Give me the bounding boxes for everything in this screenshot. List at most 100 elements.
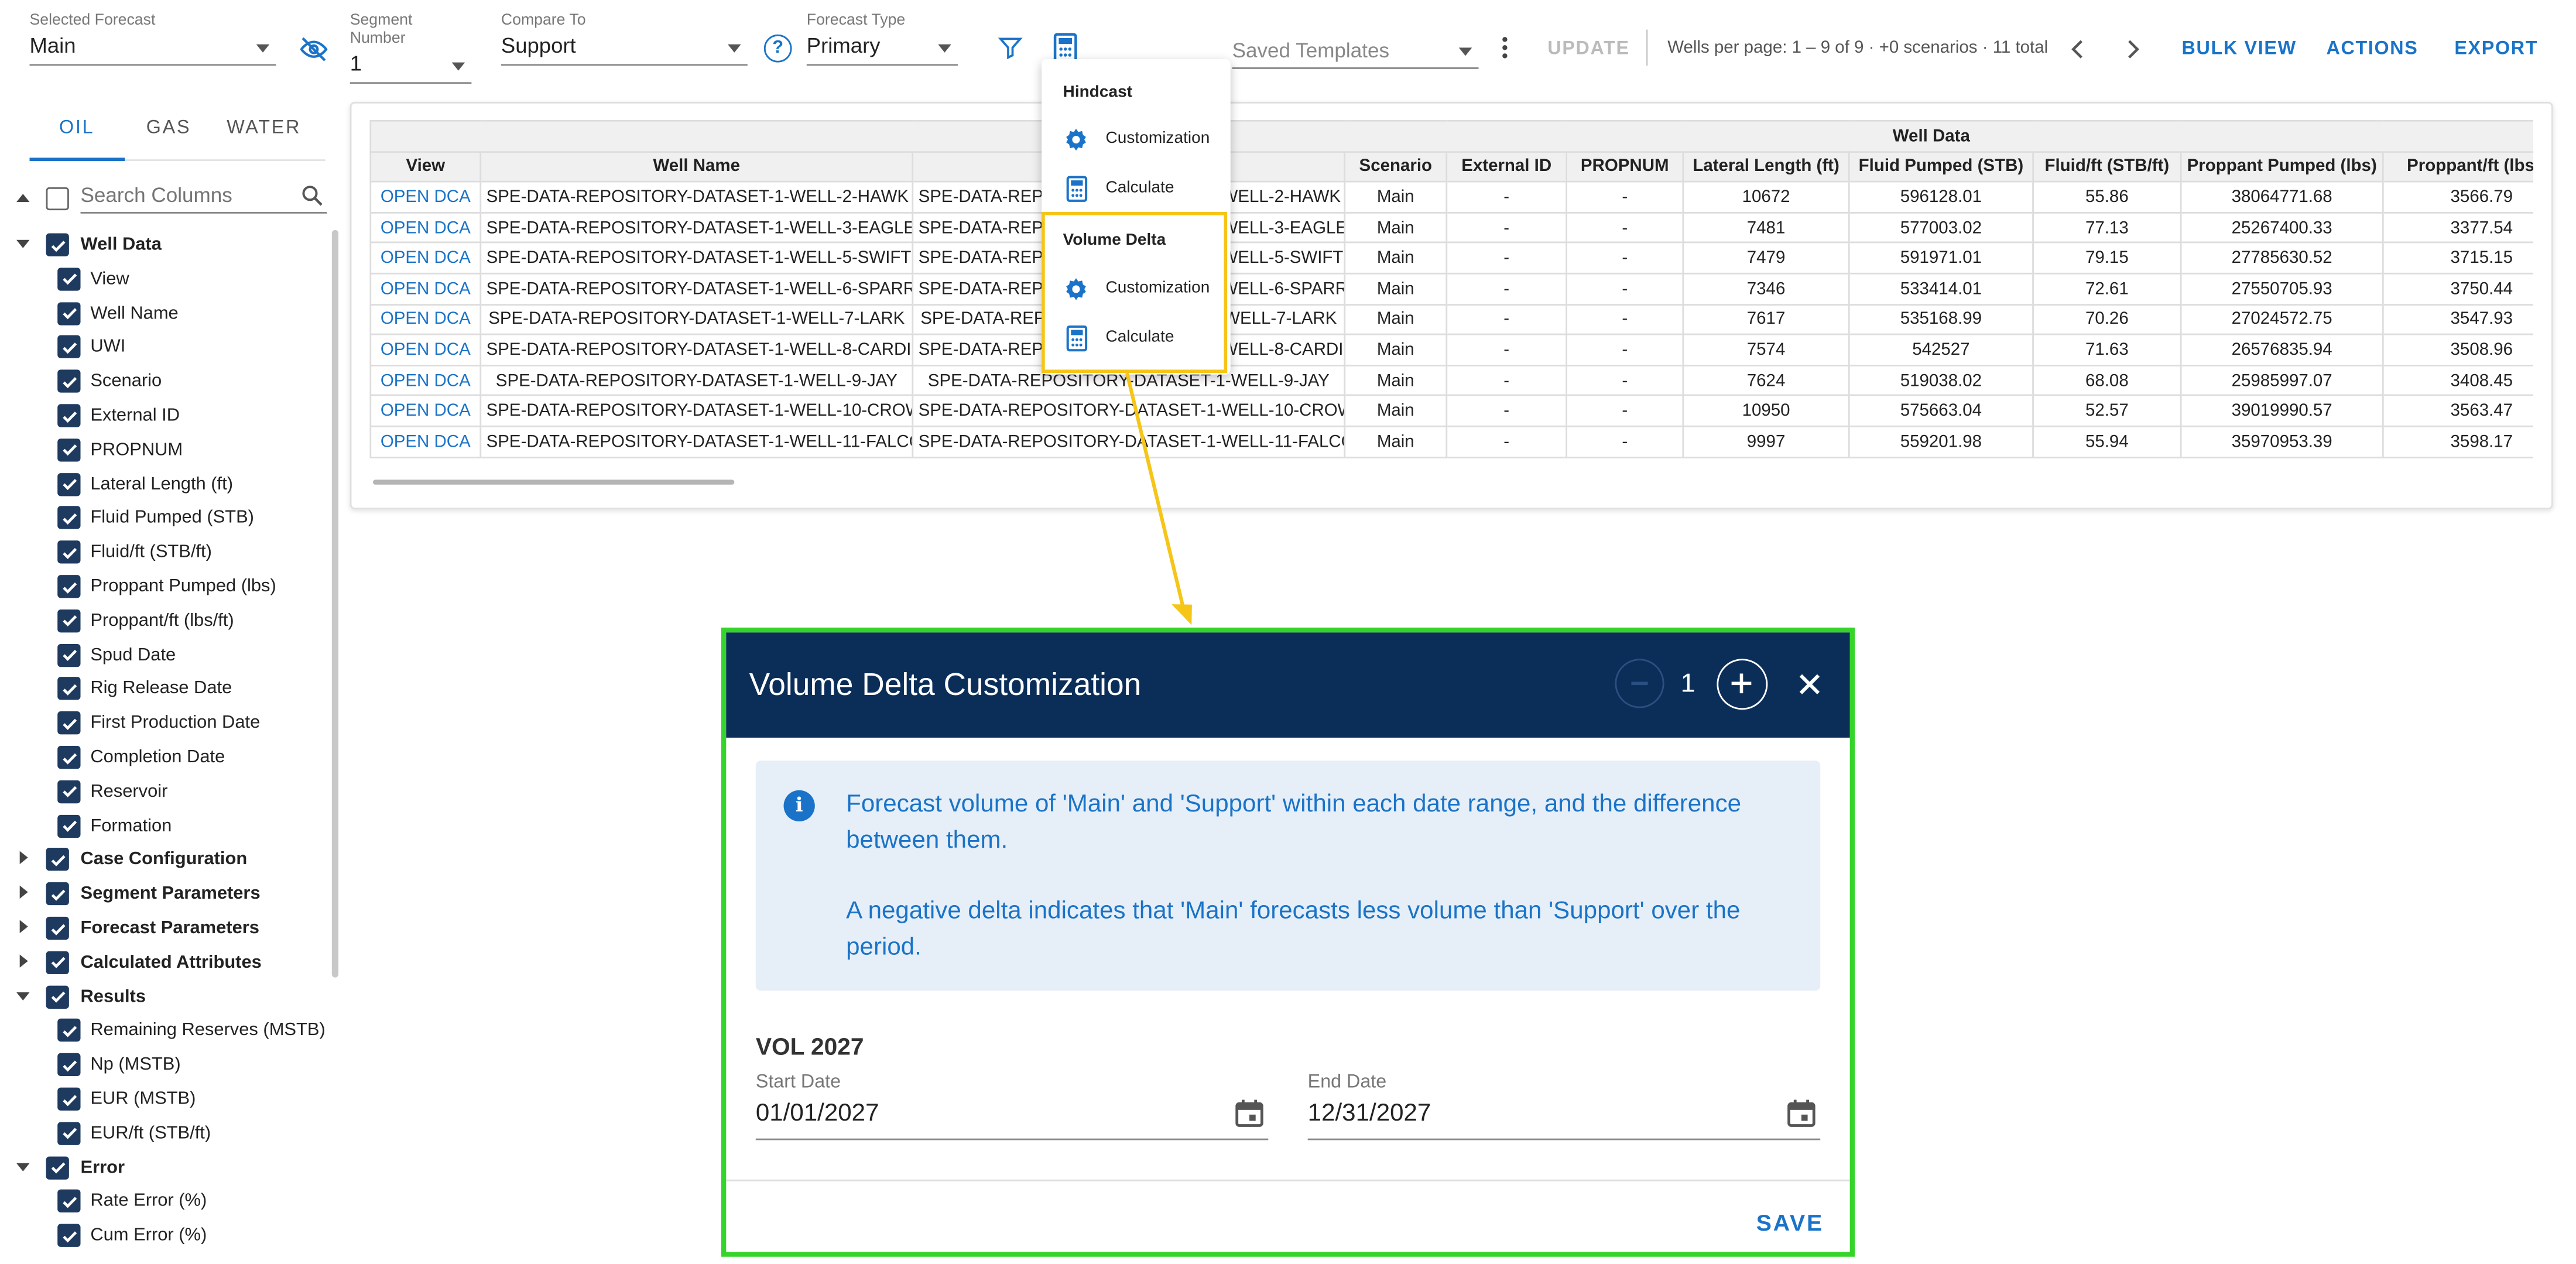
decrement-button[interactable] [1615, 659, 1664, 708]
column-checkbox[interactable] [57, 267, 81, 291]
column-header[interactable]: Lateral Length (ft) [1682, 150, 1850, 183]
help-icon[interactable]: ? [763, 34, 792, 63]
column-item[interactable]: Rate Error (%) [0, 1187, 328, 1217]
column-header[interactable]: Proppant/ft (lbs/ft) [2382, 150, 2534, 183]
search-icon[interactable] [301, 184, 324, 207]
menu-item-volume-delta-customization[interactable]: Customization [1045, 271, 1222, 307]
expand-more-icon[interactable] [19, 886, 28, 899]
expand-more-icon[interactable] [19, 954, 28, 968]
column-checkbox[interactable] [57, 302, 81, 325]
group-checkbox[interactable] [46, 848, 69, 872]
next-page-icon[interactable] [2124, 38, 2140, 61]
column-item[interactable]: Spud Date [0, 640, 328, 670]
segment-number-select[interactable]: Segment Number 1 [350, 12, 472, 84]
column-checkbox[interactable] [57, 540, 81, 564]
column-item[interactable]: Cum Error (%) [0, 1221, 328, 1251]
filter-icon[interactable] [997, 35, 1023, 61]
column-checkbox[interactable] [57, 335, 81, 359]
expand-more-icon[interactable] [19, 851, 28, 865]
open-dca-link[interactable]: OPEN DCA [369, 181, 482, 214]
column-checkbox[interactable] [57, 1087, 81, 1111]
prev-page-icon[interactable] [2070, 38, 2087, 61]
column-header[interactable]: Fluid/ft (STB/ft) [2032, 150, 2182, 183]
open-dca-link[interactable]: OPEN DCA [369, 334, 482, 366]
menu-item-volume-delta-calculate[interactable]: Calculate [1045, 320, 1222, 357]
update-button[interactable]: UPDATE [1547, 39, 1629, 59]
column-item[interactable]: EUR (MSTB) [0, 1084, 328, 1114]
column-header[interactable]: External ID [1445, 150, 1568, 183]
column-checkbox[interactable] [57, 506, 81, 530]
column-group[interactable]: Error [0, 1153, 328, 1183]
column-item[interactable]: Proppant/ft (lbs/ft) [0, 606, 328, 636]
column-checkbox[interactable] [57, 609, 81, 632]
column-checkbox[interactable] [57, 643, 81, 667]
open-dca-link[interactable]: OPEN DCA [369, 272, 482, 305]
export-button[interactable]: EXPORT [2454, 39, 2538, 59]
expand-less-icon[interactable] [16, 1162, 30, 1171]
column-checkbox[interactable] [57, 472, 81, 496]
column-checkbox[interactable] [57, 1190, 81, 1214]
end-date-field[interactable]: End Date 12/31/2027 [1307, 1073, 1821, 1142]
actions-button[interactable]: ACTIONS [2326, 39, 2418, 59]
column-checkbox[interactable] [57, 814, 81, 837]
column-group[interactable]: Case Configuration [0, 845, 328, 875]
column-checkbox[interactable] [57, 711, 81, 735]
column-header[interactable]: PROPNUM [1566, 150, 1684, 183]
column-checkbox[interactable] [57, 438, 81, 461]
open-dca-link[interactable]: OPEN DCA [369, 395, 482, 427]
open-dca-link[interactable]: OPEN DCA [369, 303, 482, 335]
column-header[interactable]: Well Name [479, 150, 914, 183]
select-all-checkbox[interactable] [46, 187, 69, 211]
menu-item-hindcast-calculate[interactable]: Calculate [1042, 171, 1231, 207]
open-dca-link[interactable]: OPEN DCA [369, 242, 482, 275]
column-item[interactable]: Scenario [0, 366, 328, 396]
expand-less-icon[interactable] [16, 239, 30, 248]
collapse-all-toggle[interactable] [16, 194, 30, 203]
column-item[interactable]: EUR/ft (STB/ft) [0, 1118, 328, 1148]
column-item[interactable]: First Production Date [0, 708, 328, 738]
column-item[interactable]: Np (MSTB) [0, 1050, 328, 1080]
column-header[interactable]: Fluid Pumped (STB) [1848, 150, 2034, 183]
column-item[interactable]: Proppant Pumped (lbs) [0, 572, 328, 602]
tab-oil[interactable]: OIL [59, 118, 94, 138]
column-item[interactable]: Reservoir [0, 777, 328, 807]
column-checkbox[interactable] [57, 575, 81, 598]
column-checkbox[interactable] [57, 677, 81, 701]
expand-more-icon[interactable] [19, 920, 28, 933]
column-item[interactable]: Formation [0, 811, 328, 841]
column-item[interactable]: Fluid/ft (STB/ft) [0, 537, 328, 567]
column-item[interactable]: PROPNUM [0, 435, 328, 465]
save-button[interactable]: SAVE [1756, 1209, 1824, 1235]
saved-templates-select[interactable]: Saved Templates [1232, 36, 1479, 69]
column-group[interactable]: Calculated Attributes [0, 948, 328, 978]
column-checkbox[interactable] [57, 369, 81, 393]
column-group[interactable]: Well Data [0, 230, 328, 260]
bulk-view-button[interactable]: BULK VIEW [2182, 39, 2297, 59]
open-dca-link[interactable]: OPEN DCA [369, 364, 482, 397]
group-checkbox[interactable] [46, 233, 69, 256]
search-columns-field[interactable] [80, 181, 327, 214]
column-item[interactable]: Completion Date [0, 742, 328, 772]
tab-water[interactable]: WATER [227, 118, 301, 138]
column-item[interactable]: View [0, 264, 328, 294]
calendar-icon[interactable] [1786, 1097, 1817, 1128]
table-scrollbar-thumb[interactable] [372, 479, 735, 485]
group-checkbox[interactable] [46, 985, 69, 1008]
group-checkbox[interactable] [46, 951, 69, 974]
search-columns-input[interactable] [80, 184, 286, 207]
tab-gas[interactable]: GAS [146, 118, 191, 138]
more-vert-icon[interactable] [1500, 36, 1510, 59]
column-checkbox[interactable] [57, 1122, 81, 1145]
menu-item-hindcast-customization[interactable]: Customization [1042, 122, 1231, 158]
column-header[interactable]: Proppant Pumped (lbs) [2180, 150, 2384, 183]
column-group[interactable]: Segment Parameters [0, 879, 328, 909]
close-icon[interactable] [1797, 672, 1822, 697]
group-checkbox[interactable] [46, 916, 69, 940]
column-item[interactable]: External ID [0, 401, 328, 431]
open-dca-link[interactable]: OPEN DCA [369, 211, 482, 244]
start-date-field[interactable]: Start Date 01/01/2027 [755, 1073, 1269, 1142]
sidebar-scrollbar[interactable] [331, 229, 339, 978]
eye-off-icon[interactable] [299, 35, 329, 64]
calendar-icon[interactable] [1234, 1097, 1265, 1128]
selected-forecast-select[interactable]: Selected Forecast Main [29, 12, 276, 67]
